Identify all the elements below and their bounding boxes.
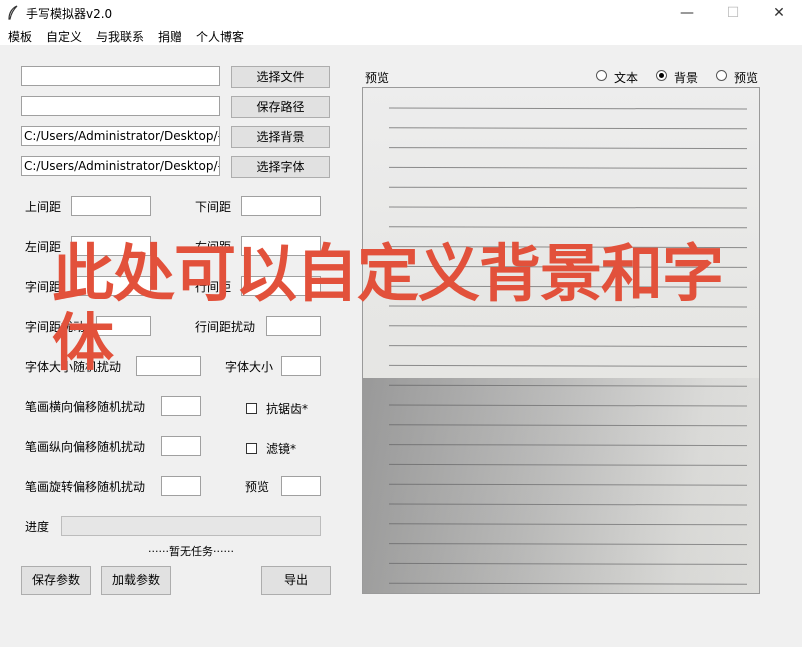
title-bar: 手写模拟器v2.0 — ☐ ✕ [0, 0, 802, 26]
bottom-margin-label: 下间距 [195, 200, 232, 214]
paper-rule-line [388, 325, 748, 328]
filter-label: 滤镜* [266, 442, 297, 456]
overlay-caption-2: 体 [52, 306, 114, 379]
progress-label: 进度 [25, 520, 50, 534]
line-jitter-input[interactable] [266, 316, 321, 336]
paper-rule-line [388, 186, 748, 189]
line-jitter-label: 行间距扰动 [195, 320, 256, 334]
paper-rule-line [388, 345, 748, 348]
mode-preview-label: 预览 [734, 71, 759, 85]
menu-bar: 模板 自定义 与我联系 捐赠 个人博客 [0, 26, 802, 45]
font-size-input[interactable] [281, 356, 321, 376]
menu-donate[interactable]: 捐赠 [158, 28, 182, 45]
font-path-input[interactable]: C:/Users/Administrator/Desktop/手 [21, 156, 220, 176]
status-text: ······暂无任务······ [148, 545, 234, 558]
paper-rule-line [388, 206, 748, 209]
load-params-button[interactable]: 加载参数 [101, 566, 171, 595]
window-title: 手写模拟器v2.0 [26, 7, 113, 21]
mode-background-label: 背景 [674, 71, 699, 85]
stroke-h-label: 笔画横向偏移随机扰动 [25, 400, 146, 414]
mode-text-label: 文本 [614, 71, 639, 85]
paper-rule-line [388, 127, 748, 130]
size-jitter-input[interactable] [136, 356, 201, 376]
stroke-rot-label: 笔画旋转偏移随机扰动 [25, 480, 146, 494]
stroke-h-input[interactable] [161, 396, 201, 416]
export-button[interactable]: 导出 [261, 566, 331, 595]
paper-rule-line [388, 147, 748, 150]
text-file-input[interactable] [21, 66, 220, 86]
background-path-input[interactable]: C:/Users/Administrator/Desktop/手 [21, 126, 220, 146]
antialias-checkbox[interactable] [246, 403, 257, 414]
mode-text-radio[interactable] [596, 70, 607, 81]
menu-template[interactable]: 模板 [8, 28, 32, 45]
overlay-caption: 此处可以自定义背景和字 [52, 237, 724, 310]
select-font-button[interactable]: 选择字体 [231, 156, 330, 178]
progress-bar [61, 516, 321, 536]
preview-count-input[interactable] [281, 476, 321, 496]
mode-background-radio[interactable] [656, 70, 667, 81]
preview-canvas [362, 87, 760, 594]
minimize-button[interactable]: — [664, 0, 710, 26]
preview-title: 预览 [365, 71, 390, 85]
paper-rule-line [388, 364, 748, 367]
bottom-margin-input[interactable] [241, 196, 321, 216]
paper-rule-line [388, 166, 748, 169]
preview-count-label: 预览 [245, 480, 270, 494]
paper-rule-line [388, 226, 748, 229]
mode-preview-radio[interactable] [716, 70, 727, 81]
feather-icon [8, 5, 18, 20]
top-margin-input[interactable] [71, 196, 151, 216]
paper-rule-line [388, 107, 748, 110]
menu-contact[interactable]: 与我联系 [96, 28, 144, 45]
stroke-v-label: 笔画纵向偏移随机扰动 [25, 440, 146, 454]
save-path-button[interactable]: 保存路径 [231, 96, 330, 118]
maximize-button[interactable]: ☐ [710, 0, 756, 26]
save-path-input[interactable] [21, 96, 220, 116]
photo-shadow [363, 378, 759, 593]
filter-checkbox[interactable] [246, 443, 257, 454]
select-file-button[interactable]: 选择文件 [231, 66, 330, 88]
select-background-button[interactable]: 选择背景 [231, 126, 330, 148]
close-button[interactable]: ✕ [756, 0, 802, 26]
save-params-button[interactable]: 保存参数 [21, 566, 91, 595]
menu-blog[interactable]: 个人博客 [196, 28, 244, 45]
font-size-label: 字体大小 [225, 360, 274, 374]
menu-custom[interactable]: 自定义 [46, 28, 82, 45]
stroke-v-input[interactable] [161, 436, 201, 456]
antialias-label: 抗锯齿* [266, 402, 309, 416]
stroke-rot-input[interactable] [161, 476, 201, 496]
top-margin-label: 上间距 [25, 200, 62, 214]
